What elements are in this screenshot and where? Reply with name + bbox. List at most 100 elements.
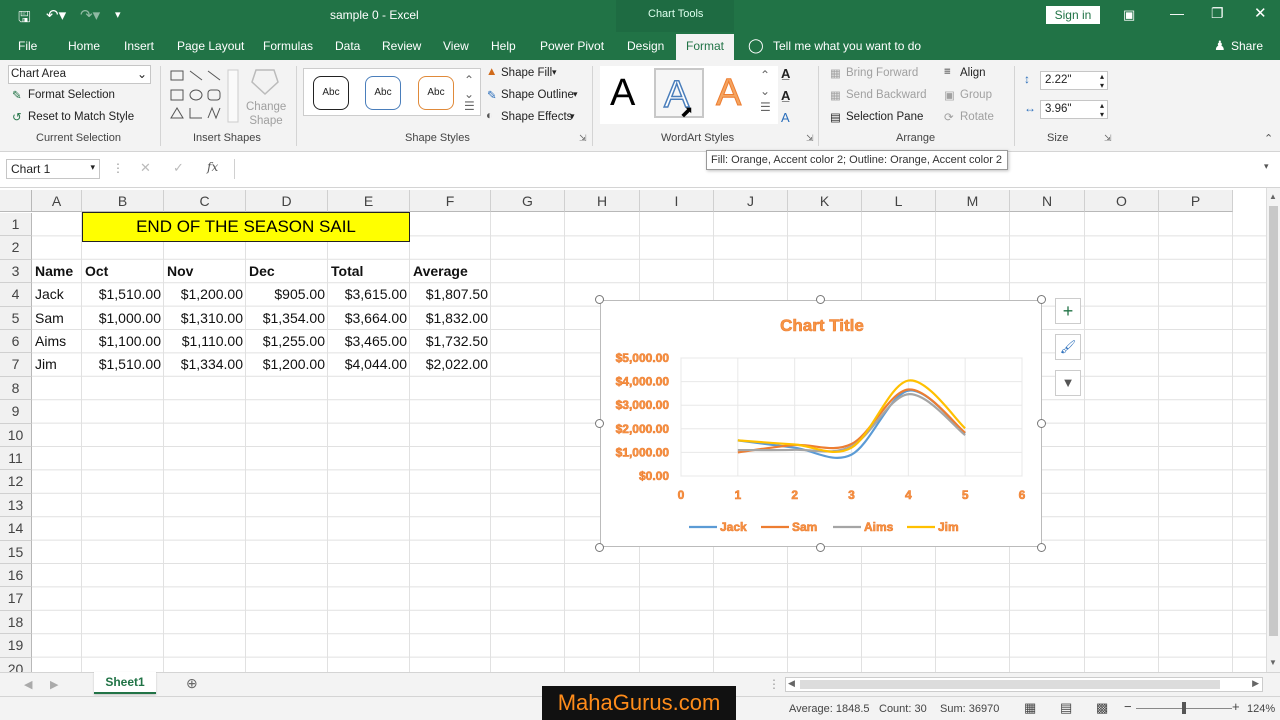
undo-icon[interactable]: ↶▾ [46, 6, 66, 24]
column-header-o[interactable]: O [1085, 190, 1159, 212]
table-cell[interactable]: $3,465.00 [328, 330, 407, 353]
table-cell[interactable]: $1,510.00 [82, 283, 161, 306]
table-cell[interactable]: $4,044.00 [328, 353, 407, 376]
change-shape-button[interactable]: Change Shape [246, 100, 286, 128]
table-cell[interactable]: $1,200.00 [164, 283, 243, 306]
enter-icon[interactable]: ✓ [173, 160, 184, 176]
row-header-10[interactable]: 10 [0, 423, 32, 447]
resize-handle[interactable] [595, 543, 604, 552]
horizontal-scrollbar[interactable]: ◀ ▶ [785, 677, 1263, 692]
table-header-cell[interactable]: Average [413, 260, 468, 283]
table-cell[interactable]: $1,110.00 [164, 330, 243, 353]
table-cell[interactable]: Aims [35, 330, 66, 353]
new-sheet-icon[interactable]: ⊕ [186, 675, 198, 692]
table-cell[interactable]: $1,000.00 [82, 307, 161, 330]
gallery-more-icon[interactable]: ☰ [760, 100, 771, 114]
scroll-down-icon[interactable]: ▼ [1269, 658, 1277, 667]
table-cell[interactable]: $2,022.00 [410, 353, 488, 376]
table-cell[interactable]: $1,732.50 [410, 330, 488, 353]
quick-access-customize-icon[interactable]: ▾ [115, 8, 121, 21]
shape-style-sample-3[interactable]: Abc [418, 76, 454, 110]
row-header-3[interactable]: 3 [0, 259, 32, 284]
normal-view-icon[interactable]: ▦ [1024, 700, 1036, 716]
vertical-scrollbar[interactable]: ▲ ▼ [1266, 188, 1280, 672]
send-backward-button[interactable]: Send Backward [846, 89, 927, 101]
dialog-launcher-icon[interactable]: ⇲ [806, 133, 814, 144]
column-header-m[interactable]: M [936, 190, 1010, 212]
zoom-slider-thumb[interactable] [1182, 702, 1186, 714]
align-button[interactable]: Align [960, 67, 986, 79]
tell-me-search[interactable]: Tell me what you want to do [773, 39, 921, 53]
rotate-button[interactable]: Rotate [960, 111, 994, 123]
redo-icon[interactable]: ↷▾ [80, 6, 100, 24]
sign-in-button[interactable]: Sign in [1046, 6, 1100, 24]
table-cell[interactable]: $1,510.00 [82, 353, 161, 376]
row-header-20[interactable]: 20 [0, 657, 32, 672]
text-outline-icon[interactable]: A̲ [781, 88, 790, 103]
column-header-g[interactable]: G [491, 190, 565, 212]
column-header-k[interactable]: K [788, 190, 862, 212]
tab-insert[interactable]: Insert [124, 39, 154, 53]
row-header-2[interactable]: 2 [0, 236, 32, 260]
tab-power-pivot[interactable]: Power Pivot [540, 39, 604, 53]
gallery-up-icon[interactable]: ⌃ [760, 68, 770, 82]
text-fill-icon[interactable]: A̲ [781, 66, 790, 81]
scroll-left-icon[interactable]: ◀ [788, 678, 795, 689]
spinner-icon[interactable]: ▴ ▾ [1100, 101, 1104, 119]
resize-handle[interactable] [595, 295, 604, 304]
tab-view[interactable]: View [443, 39, 469, 53]
column-header-a[interactable]: A [32, 190, 82, 212]
close-icon[interactable]: ✕ [1254, 4, 1267, 22]
gallery-up-icon[interactable]: ⌃ [464, 73, 474, 87]
prev-sheet-icon[interactable]: ◀ [24, 678, 32, 691]
row-header-4[interactable]: 4 [0, 283, 32, 307]
share-button[interactable]: Share [1231, 39, 1263, 53]
table-cell[interactable]: Jack [35, 283, 64, 306]
shape-height-input[interactable]: 2.22" ▴ ▾ [1040, 71, 1108, 90]
column-header-e[interactable]: E [328, 190, 410, 212]
row-header-16[interactable]: 16 [0, 564, 32, 588]
dialog-launcher-icon[interactable]: ⇲ [579, 133, 587, 144]
worksheet-grid[interactable]: ABCDEFGHIJKLMNOP 1 2 3 4 5 6 7 8 9 10 11 12 13 14 15 16… [0, 188, 1280, 672]
column-header-c[interactable]: C [164, 190, 246, 212]
row-header-13[interactable]: 13 [0, 493, 32, 518]
insert-function-button[interactable]: fx [207, 160, 218, 174]
chart-styles-brush-icon[interactable]: 🖌 [1055, 334, 1081, 360]
collapse-ribbon-icon[interactable]: ⌃ [1264, 132, 1273, 145]
reset-to-match-style-button[interactable]: Reset to Match Style [28, 111, 134, 123]
group-button[interactable]: Group [960, 89, 992, 101]
tab-format[interactable]: Format [676, 34, 735, 60]
table-cell[interactable]: $1,807.50 [410, 283, 488, 306]
row-header-12[interactable]: 12 [0, 470, 32, 494]
shape-style-sample-1[interactable]: Abc [313, 76, 349, 110]
row-header-9[interactable]: 9 [0, 400, 32, 424]
name-box[interactable]: Chart 1 ▾ [6, 159, 100, 179]
save-icon[interactable]: 🖫 [18, 7, 31, 32]
row-header-14[interactable]: 14 [0, 517, 32, 541]
column-header-h[interactable]: H [565, 190, 640, 212]
page-layout-view-icon[interactable]: ▤ [1060, 700, 1072, 716]
next-sheet-icon[interactable]: ▶ [50, 678, 58, 691]
expand-formula-icon[interactable]: ▾ [1264, 161, 1269, 172]
table-header-cell[interactable]: Nov [167, 260, 193, 283]
chart-area[interactable]: $0.00 $1,000.00 $2,000.00 $3,000.00 $4,000.0… [600, 300, 1042, 547]
row-header-15[interactable]: 15 [0, 540, 32, 564]
cancel-icon[interactable]: ✕ [140, 160, 151, 176]
row-header-11[interactable]: 11 [0, 447, 32, 471]
merged-title-cell[interactable]: END OF THE SEASON SAIL [82, 212, 410, 242]
table-cell[interactable]: $3,664.00 [328, 307, 407, 330]
ribbon-display-icon[interactable]: ▣ [1123, 7, 1135, 23]
bring-forward-button[interactable]: Bring Forward [846, 67, 918, 79]
text-effects-icon[interactable]: A [781, 110, 790, 125]
tab-formulas[interactable]: Formulas [263, 39, 313, 53]
column-header-j[interactable]: J [714, 190, 788, 212]
column-header-d[interactable]: D [246, 190, 328, 212]
select-all-button[interactable] [0, 190, 32, 212]
column-header-l[interactable]: L [862, 190, 936, 212]
resize-handle[interactable] [595, 419, 604, 428]
shape-width-input[interactable]: 3.96" ▴ ▾ [1040, 100, 1108, 119]
zoom-out-icon[interactable]: − [1124, 699, 1132, 714]
tab-data[interactable]: Data [335, 39, 360, 53]
tab-file[interactable]: File [18, 39, 37, 53]
table-cell[interactable]: $3,615.00 [328, 283, 407, 306]
